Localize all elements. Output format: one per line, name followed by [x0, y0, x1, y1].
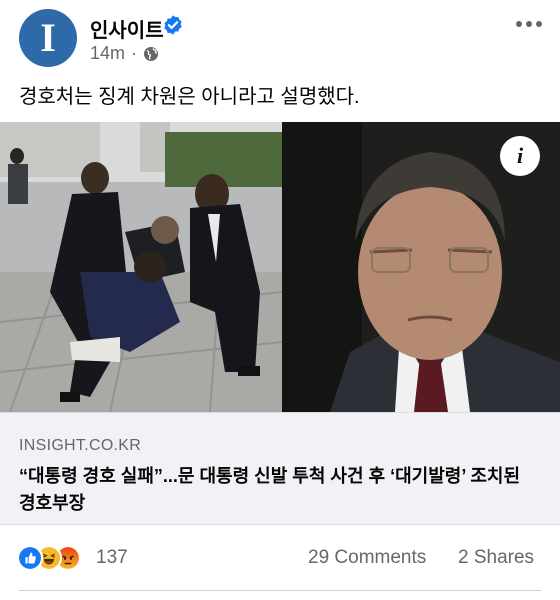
page-avatar[interactable]: I [19, 9, 77, 67]
page-name[interactable]: 인사이트 [90, 14, 164, 43]
shares-count[interactable]: 2 Shares [458, 547, 534, 569]
reaction-count[interactable]: 137 [96, 547, 128, 569]
verified-icon [164, 15, 182, 35]
comments-count[interactable]: 29 Comments [308, 547, 426, 569]
more-options-icon[interactable] [516, 16, 542, 32]
link-headline[interactable]: “대통령 경호 실패”...문 대통령 신발 투척 사건 후 ‘대기발령’ 조치… [19, 463, 539, 517]
post-image[interactable] [0, 122, 560, 412]
like-reaction-icon [17, 545, 43, 571]
reaction-icons[interactable] [17, 545, 97, 571]
link-domain: INSIGHT.CO.KR [19, 437, 142, 454]
avatar-letter: I [40, 15, 56, 60]
globe-icon [144, 46, 159, 61]
post-meta: 14m · [90, 43, 159, 64]
post-caption: 경호처는 징계 차원은 아니라고 설명했다. [19, 86, 360, 108]
meta-dot: · [131, 43, 138, 63]
post-time[interactable]: 14m [90, 43, 125, 64]
news-photo-composite [0, 122, 560, 412]
post-header: I 인사이트 14m · [0, 0, 560, 70]
link-preview-card[interactable]: INSIGHT.CO.KR “대통령 경호 실패”...문 대통령 신발 투척 … [0, 412, 560, 525]
post-stats: 137 29 Comments 2 Shares [0, 535, 560, 585]
info-icon[interactable]: i [500, 136, 540, 176]
footer-divider [19, 590, 541, 591]
